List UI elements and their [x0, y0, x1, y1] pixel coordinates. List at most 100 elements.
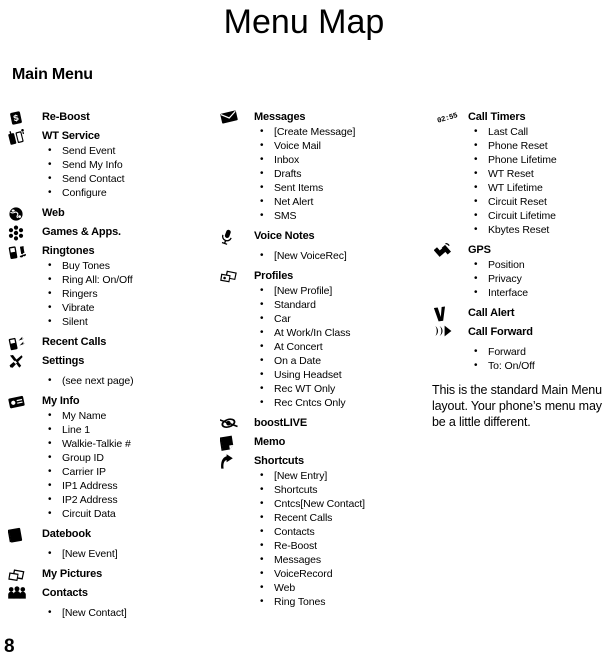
menu-sub-item[interactable]: • Circuit Reset — [474, 195, 605, 209]
menu-sub-item[interactable]: • Voice Mail — [260, 139, 421, 153]
menu-sub-item[interactable]: • Messages — [260, 553, 421, 567]
menu-group-header[interactable]: Web — [4, 206, 209, 221]
menu-group: Shortcuts • [New Entry] • Shortcuts • Cntcs[Ne… — [216, 454, 421, 615]
menu-sub-item[interactable]: • IP1 Address — [48, 479, 209, 493]
menu-sub-item[interactable]: • Kbytes Reset — [474, 223, 605, 237]
menu-sub-item[interactable]: • VoiceRecord — [260, 567, 421, 581]
menu-group-header[interactable]: Recent Calls — [4, 335, 209, 351]
menu-sub-item[interactable]: • [New Contact] — [48, 606, 209, 620]
bullet-icon: • — [474, 154, 478, 165]
menu-sub-item[interactable]: • Ring Tones — [260, 595, 421, 609]
menu-group-header[interactable]: Memo — [216, 435, 421, 451]
menu-sub-item[interactable]: • Last Call — [474, 125, 605, 139]
menu-group-header[interactable]: Profiles — [216, 269, 421, 284]
menu-sub-item[interactable]: • Re-Boost — [260, 539, 421, 553]
menu-sub-item[interactable]: • Ringers — [48, 287, 209, 301]
menu-sub-item[interactable]: • Silent — [48, 315, 209, 329]
menu-group-header[interactable]: My Info — [4, 394, 209, 409]
menu-sub-item[interactable]: • My Name — [48, 409, 209, 423]
menu-group-header[interactable]: Settings — [4, 354, 209, 369]
menu-sub-item[interactable]: • (see next page) — [48, 374, 209, 388]
menu-sub-item[interactable]: • WT Reset — [474, 167, 605, 181]
menu-sub-item[interactable]: • Walkie-Talkie # — [48, 437, 209, 451]
menu-sub-item[interactable]: • Line 1 — [48, 423, 209, 437]
menu-sub-list: • [New VoiceRec] — [216, 244, 421, 263]
menu-sub-item-label: Privacy — [488, 273, 522, 285]
menu-sub-item[interactable]: • [New Entry] — [260, 469, 421, 483]
menu-group-header[interactable]: GPS — [430, 243, 605, 258]
menu-sub-item[interactable]: • [New Event] — [48, 547, 209, 561]
menu-sub-item[interactable]: • At Work/In Class — [260, 326, 421, 340]
menu-sub-item[interactable]: • Circuit Lifetime — [474, 209, 605, 223]
menu-sub-item[interactable]: • IP2 Address — [48, 493, 209, 507]
bullet-icon: • — [260, 582, 264, 593]
menu-group-header[interactable]: Call Forward — [430, 325, 605, 340]
menu-sub-item[interactable]: • WT Lifetime — [474, 181, 605, 195]
menu-sub-item-label: IP1 Address — [62, 480, 118, 492]
menu-sub-item[interactable]: • Interface — [474, 286, 605, 300]
boostlive-icon — [220, 416, 242, 432]
menu-group-header[interactable]: Datebook — [4, 527, 209, 543]
menu-group-header[interactable]: My Pictures — [4, 567, 209, 582]
menu-sub-item[interactable]: • Phone Reset — [474, 139, 605, 153]
menu-sub-item[interactable]: • [Create Message] — [260, 125, 421, 139]
menu-group-header[interactable]: Messages — [216, 110, 421, 125]
menu-group-header[interactable]: WT Service — [4, 129, 209, 145]
menu-sub-item[interactable]: • Cntcs[New Contact] — [260, 497, 421, 511]
menu-group-label: Settings — [42, 355, 85, 367]
menu-group-header[interactable]: Shortcuts — [216, 454, 421, 469]
bullet-icon: • — [474, 210, 478, 221]
menu-group-header[interactable]: Voice Notes — [216, 229, 421, 245]
menu-sub-item-label: Carrier IP — [62, 466, 106, 478]
menu-sub-item[interactable]: • Group ID — [48, 451, 209, 465]
menu-sub-item[interactable]: • Rec Cntcs Only — [260, 396, 421, 410]
menu-sub-item[interactable]: • Ring All: On/Off — [48, 273, 209, 287]
menu-group-label: Call Forward — [468, 326, 533, 338]
menu-sub-item[interactable]: • Drafts — [260, 167, 421, 181]
menu-sub-item[interactable]: • Standard — [260, 298, 421, 312]
bullet-icon: • — [48, 466, 52, 477]
menu-group-header[interactable]: Games & Apps. — [4, 225, 209, 241]
menu-group-header[interactable]: Ringtones — [4, 244, 209, 260]
menu-sub-item[interactable]: • [New VoiceRec] — [260, 249, 421, 263]
menu-sub-item[interactable]: • Privacy — [474, 272, 605, 286]
menu-sub-item[interactable]: • Recent Calls — [260, 511, 421, 525]
menu-sub-item[interactable]: • Rec WT Only — [260, 382, 421, 396]
menu-sub-item[interactable]: • Phone Lifetime — [474, 153, 605, 167]
menu-sub-item[interactable]: • Net Alert — [260, 195, 421, 209]
menu-sub-item[interactable]: • Inbox — [260, 153, 421, 167]
menu-group-header[interactable]: $ Re-Boost — [4, 110, 209, 125]
menu-group-header[interactable]: boostLIVE — [216, 416, 421, 431]
menu-sub-item-label: Shortcuts — [274, 484, 318, 496]
menu-group: Call Alert — [430, 306, 605, 325]
menu-sub-item[interactable]: • Configure — [48, 186, 209, 200]
menu-sub-item[interactable]: • Car — [260, 312, 421, 326]
menu-sub-item[interactable]: • Send My Info — [48, 158, 209, 172]
menu-group-header[interactable]: Contacts — [4, 586, 209, 601]
menu-sub-item[interactable]: • Buy Tones — [48, 259, 209, 273]
menu-sub-item[interactable]: • Carrier IP — [48, 465, 209, 479]
menu-sub-item[interactable]: • At Concert — [260, 340, 421, 354]
menu-sub-item[interactable]: • Send Event — [48, 144, 209, 158]
menu-group-header[interactable]: 02:55 Call Timers — [430, 110, 605, 125]
envelope-icon — [220, 110, 242, 126]
menu-sub-item[interactable]: • Forward — [474, 345, 605, 359]
menu-sub-item[interactable]: • Web — [260, 581, 421, 595]
menu-sub-item[interactable]: • Vibrate — [48, 301, 209, 315]
menu-sub-item-label: At Work/In Class — [274, 327, 351, 339]
menu-sub-item[interactable]: • Position — [474, 258, 605, 272]
menu-sub-item[interactable]: • To: On/Off — [474, 359, 605, 373]
menu-sub-item[interactable]: • Shortcuts — [260, 483, 421, 497]
menu-sub-item[interactable]: • Using Headset — [260, 368, 421, 382]
menu-group-header[interactable]: Call Alert — [430, 306, 605, 322]
menu-sub-item[interactable]: • Sent Items — [260, 181, 421, 195]
menu-sub-item[interactable]: • Contacts — [260, 525, 421, 539]
menu-sub-item[interactable]: • On a Date — [260, 354, 421, 368]
menu-sub-list: • [New Event] — [4, 542, 209, 561]
bullet-icon: • — [48, 438, 52, 449]
menu-sub-item-label: Position — [488, 259, 525, 271]
menu-sub-item[interactable]: • Send Contact — [48, 172, 209, 186]
menu-sub-item[interactable]: • SMS — [260, 209, 421, 223]
menu-sub-item[interactable]: • [New Profile] — [260, 284, 421, 298]
menu-sub-item[interactable]: • Circuit Data — [48, 507, 209, 521]
